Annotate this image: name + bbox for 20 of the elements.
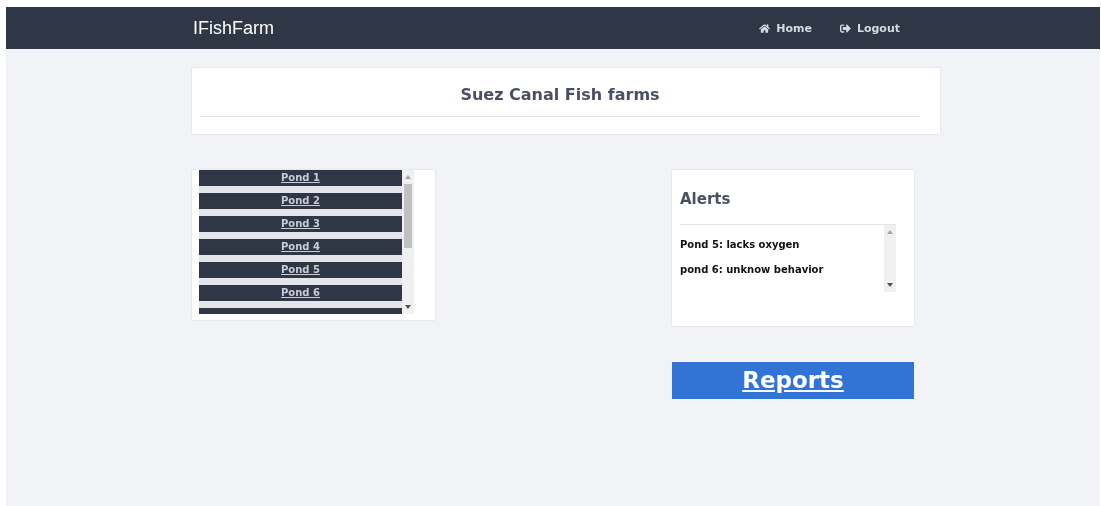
reports-button[interactable]: Reports [672, 362, 914, 399]
pond-link[interactable]: Pond 1 [199, 170, 402, 186]
logout-icon [839, 22, 851, 34]
pond-link[interactable]: Pond 3 [199, 216, 402, 232]
brand-link[interactable]: IFishFarm [193, 17, 274, 39]
pond-link[interactable]: Pond 5 [199, 262, 402, 278]
pond-link[interactable]: Pond 4 [199, 239, 402, 255]
alert-message: pond 6: unknow behavior [680, 264, 825, 275]
scrollbar[interactable] [402, 170, 414, 314]
home-icon [759, 22, 771, 34]
nav-link[interactable]: Home [759, 21, 812, 35]
nav-link-label: Home [776, 21, 812, 35]
nav-link[interactable]: Logout [839, 21, 900, 35]
pond-link[interactable]: Pond 2 [199, 193, 402, 209]
pond-link[interactable]: Pond 6 [199, 285, 402, 301]
page-title: Suez Canal Fish farms [200, 85, 920, 117]
alert-message: Pond 5: lacks oxygen [680, 239, 801, 250]
alerts-title: Alerts [680, 190, 896, 225]
nav-link-label: Logout [856, 21, 900, 35]
scrollbar[interactable] [884, 225, 896, 292]
